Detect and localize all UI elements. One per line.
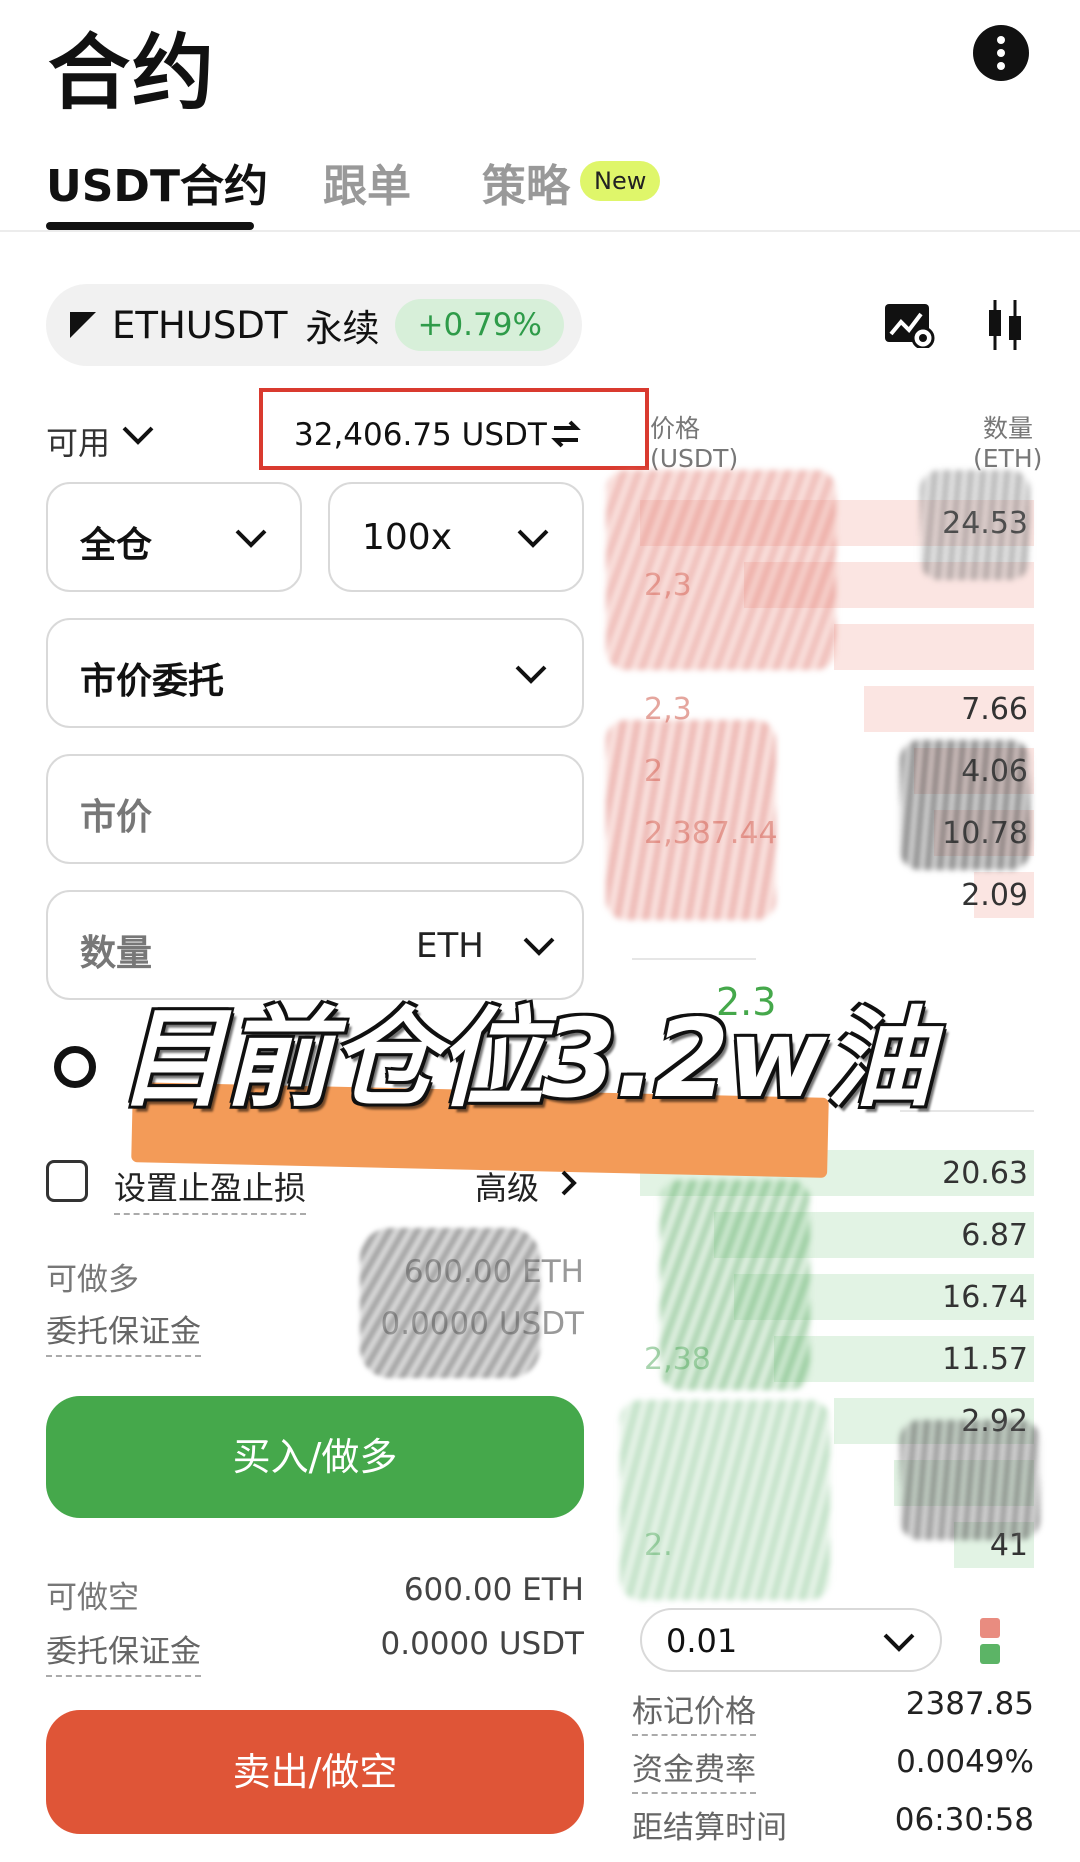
orderbook-qty-header: 数量 (ETH) xyxy=(973,414,1043,473)
chevron-down-icon[interactable] xyxy=(522,934,556,960)
tabs-divider xyxy=(0,230,1080,232)
max-short-label: 可做空 xyxy=(46,1580,139,1616)
scribble-redaction xyxy=(900,1420,1040,1540)
settlement-time-value: 06:30:58 xyxy=(894,1802,1034,1838)
chart-icon[interactable] xyxy=(883,302,935,348)
candlestick-icon[interactable] xyxy=(985,298,1025,352)
tab-strategy[interactable]: 策略 xyxy=(482,150,570,214)
quantity-unit[interactable]: ETH xyxy=(416,926,484,966)
new-badge: New xyxy=(580,161,661,201)
margin-mode-select[interactable]: 全仓 xyxy=(46,482,302,592)
swap-icon[interactable] xyxy=(550,418,582,450)
scribble-redaction xyxy=(606,720,776,920)
symbol-selector[interactable]: ETHUSDT 永续 +0.79% xyxy=(46,284,582,366)
scribble-redaction xyxy=(360,1228,540,1378)
bid-qty: 6.87 xyxy=(961,1218,1028,1253)
orderbook-price-header: 价格 (USDT) xyxy=(650,414,739,473)
chevron-down-icon xyxy=(883,1633,915,1652)
caption-text: 目前仓位3.2w油 xyxy=(118,997,933,1122)
scribble-redaction xyxy=(620,1400,830,1600)
price-input[interactable]: 市价 xyxy=(46,754,584,864)
bid-qty: 16.74 xyxy=(942,1280,1028,1315)
settlement-time-label: 距结算时间 xyxy=(632,1810,787,1846)
leverage-select[interactable]: 100x xyxy=(328,482,584,592)
ask-qty: 7.66 xyxy=(961,692,1028,727)
scribble-redaction xyxy=(900,740,1030,870)
ask-qty: 2.09 xyxy=(961,878,1028,913)
tab-copy-trading[interactable]: 跟单 xyxy=(323,150,411,214)
symbol-name: ETHUSDT xyxy=(112,303,288,347)
mark-price-label[interactable]: 标记价格 xyxy=(632,1686,756,1736)
chevron-right-icon[interactable] xyxy=(558,1168,580,1198)
advanced-link[interactable]: 高级 xyxy=(475,1163,539,1209)
tpsl-checkbox[interactable] xyxy=(46,1160,88,1202)
symbol-toggle-icon xyxy=(70,312,96,338)
bid-qty: 11.57 xyxy=(942,1342,1028,1377)
available-balance: 32,406.75 USDT xyxy=(294,417,547,453)
sell-short-button[interactable]: 卖出/做空 xyxy=(46,1710,584,1834)
bid-qty: 20.63 xyxy=(942,1156,1028,1191)
price-change-badge: +0.79% xyxy=(395,299,564,351)
scribble-redaction xyxy=(660,1180,810,1390)
leverage-value: 100x xyxy=(362,517,453,558)
mark-price-value: 2387.85 xyxy=(905,1686,1034,1722)
chevron-down-icon xyxy=(515,665,547,684)
page-title: 合约 xyxy=(48,26,217,121)
price-step-select[interactable]: 0.01 xyxy=(640,1608,942,1672)
max-short-value: 600.00 ETH xyxy=(403,1572,584,1608)
tab-usdt-futures[interactable]: USDT合约 xyxy=(46,150,268,214)
scribble-redaction xyxy=(920,470,1030,580)
contract-type: 永续 xyxy=(305,307,380,350)
available-label: 可用 xyxy=(46,424,111,462)
quantity-placeholder: 数量 xyxy=(80,933,153,974)
buy-long-button[interactable]: 买入/做多 xyxy=(46,1396,584,1518)
orderbook-mode-icon[interactable] xyxy=(976,1614,1004,1668)
funding-rate-label[interactable]: 资金费率 xyxy=(632,1744,756,1794)
orderbook-divider xyxy=(632,958,756,960)
scribble-redaction xyxy=(606,470,836,670)
more-options-icon[interactable] xyxy=(973,25,1029,81)
funding-rate-value: 0.0049% xyxy=(896,1744,1034,1780)
price-step-value: 0.01 xyxy=(666,1622,738,1660)
max-long-label: 可做多 xyxy=(46,1262,139,1298)
depth-bar xyxy=(834,624,1034,670)
quantity-slider-knob[interactable] xyxy=(54,1046,96,1088)
chevron-down-icon xyxy=(517,529,549,548)
price-placeholder: 市价 xyxy=(80,797,153,838)
order-type-value: 市价委托 xyxy=(80,661,225,702)
chevron-down-icon xyxy=(235,529,267,548)
order-type-select[interactable]: 市价委托 xyxy=(46,618,584,728)
chevron-down-icon[interactable] xyxy=(120,420,156,450)
short-margin-value: 0.0000 USDT xyxy=(380,1626,585,1662)
margin-mode-value: 全仓 xyxy=(80,525,153,566)
long-margin-label[interactable]: 委托保证金 xyxy=(46,1306,201,1357)
short-margin-label[interactable]: 委托保证金 xyxy=(46,1626,201,1677)
tpsl-label[interactable]: 设置止盈止损 xyxy=(114,1163,307,1215)
active-tab-indicator xyxy=(46,222,254,230)
